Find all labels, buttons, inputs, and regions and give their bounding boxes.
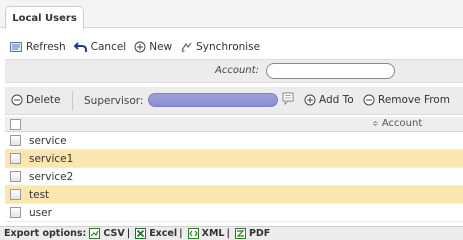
export-csv-link[interactable]: CSV xyxy=(86,228,125,239)
refresh-icon xyxy=(10,42,22,52)
table-row[interactable]: test xyxy=(5,186,463,204)
sort-icon: ≑ xyxy=(372,119,379,128)
table-row[interactable]: service xyxy=(5,132,463,150)
export-separator: | xyxy=(226,228,230,239)
synchronise-label: Synchronise xyxy=(196,41,261,53)
export-xml-label: XML xyxy=(201,228,225,239)
remove-from-button[interactable]: Remove From xyxy=(363,94,450,106)
minus-circle-icon xyxy=(363,94,375,106)
export-csv-label: CSV xyxy=(103,228,125,239)
grid-header: ≑ Account xyxy=(5,117,463,132)
row-checkbox[interactable] xyxy=(10,153,21,164)
export-separator: | xyxy=(179,228,183,239)
refresh-label: Refresh xyxy=(26,41,66,53)
cancel-label: Cancel xyxy=(90,41,127,53)
sync-icon xyxy=(181,42,192,53)
account-cell: user xyxy=(29,207,52,219)
account-filter-input[interactable] xyxy=(266,63,395,79)
export-pdf-link[interactable]: PDF xyxy=(232,228,270,239)
pdf-icon xyxy=(234,228,246,239)
account-filter-label: Account: xyxy=(215,65,259,76)
row-checkbox[interactable] xyxy=(10,189,21,200)
add-to-button[interactable]: Add To xyxy=(304,94,354,106)
refresh-button[interactable]: Refresh xyxy=(10,41,66,53)
account-filter-bar: Account: xyxy=(5,59,463,83)
toolbar: Refresh Cancel New Synchronise xyxy=(0,36,463,58)
account-cell: service1 xyxy=(29,153,74,165)
export-bar: Export options: CSV | Excel | XML | PDF xyxy=(0,226,463,240)
plus-circle-icon xyxy=(134,41,146,53)
export-excel-label: Excel xyxy=(149,228,178,239)
excel-icon xyxy=(135,228,147,239)
toolbar-divider xyxy=(72,91,73,111)
add-to-label: Add To xyxy=(319,94,354,106)
action-bar: Delete Supervisor: Add To Remove From xyxy=(5,87,463,115)
cancel-button[interactable]: Cancel xyxy=(73,41,127,53)
row-checkbox[interactable] xyxy=(10,135,21,146)
new-button[interactable]: New xyxy=(134,41,172,53)
account-column-header[interactable]: ≑ Account xyxy=(372,118,422,129)
supervisor-picker-icon[interactable] xyxy=(282,92,294,105)
account-column-label: Account xyxy=(381,118,423,129)
new-label: New xyxy=(149,41,173,53)
delete-label: Delete xyxy=(26,94,61,106)
delete-button[interactable]: Delete xyxy=(11,94,61,106)
export-separator: | xyxy=(126,228,131,239)
export-excel-link[interactable]: Excel xyxy=(132,228,177,239)
csv-icon xyxy=(89,228,101,239)
row-checkbox[interactable] xyxy=(10,207,21,218)
account-cell: service2 xyxy=(29,171,74,183)
minus-circle-icon xyxy=(11,94,23,106)
export-pdf-label: PDF xyxy=(248,228,271,239)
row-checkbox[interactable] xyxy=(10,171,21,182)
tab-local-users[interactable]: Local Users xyxy=(5,6,84,29)
synchronise-button[interactable]: Synchronise xyxy=(180,41,260,53)
remove-from-label: Remove From xyxy=(378,94,450,106)
tab-bar: Local Users xyxy=(0,0,463,29)
account-cell: service xyxy=(29,135,67,147)
undo-icon xyxy=(73,42,87,52)
export-xml-link[interactable]: XML xyxy=(185,228,225,239)
table-row[interactable]: service2 xyxy=(5,168,463,186)
select-all-checkbox[interactable] xyxy=(10,119,21,130)
table-row[interactable]: service1 xyxy=(5,150,463,168)
supervisor-select[interactable] xyxy=(148,93,278,107)
xml-icon xyxy=(187,228,199,239)
plus-circle-icon xyxy=(304,94,316,106)
export-options-label: Export options: xyxy=(4,228,87,239)
users-grid: ≑ Account service service1 service2 test… xyxy=(5,117,463,222)
account-cell: test xyxy=(29,189,50,201)
table-row[interactable]: user xyxy=(5,204,463,222)
supervisor-label: Supervisor: xyxy=(84,95,144,107)
